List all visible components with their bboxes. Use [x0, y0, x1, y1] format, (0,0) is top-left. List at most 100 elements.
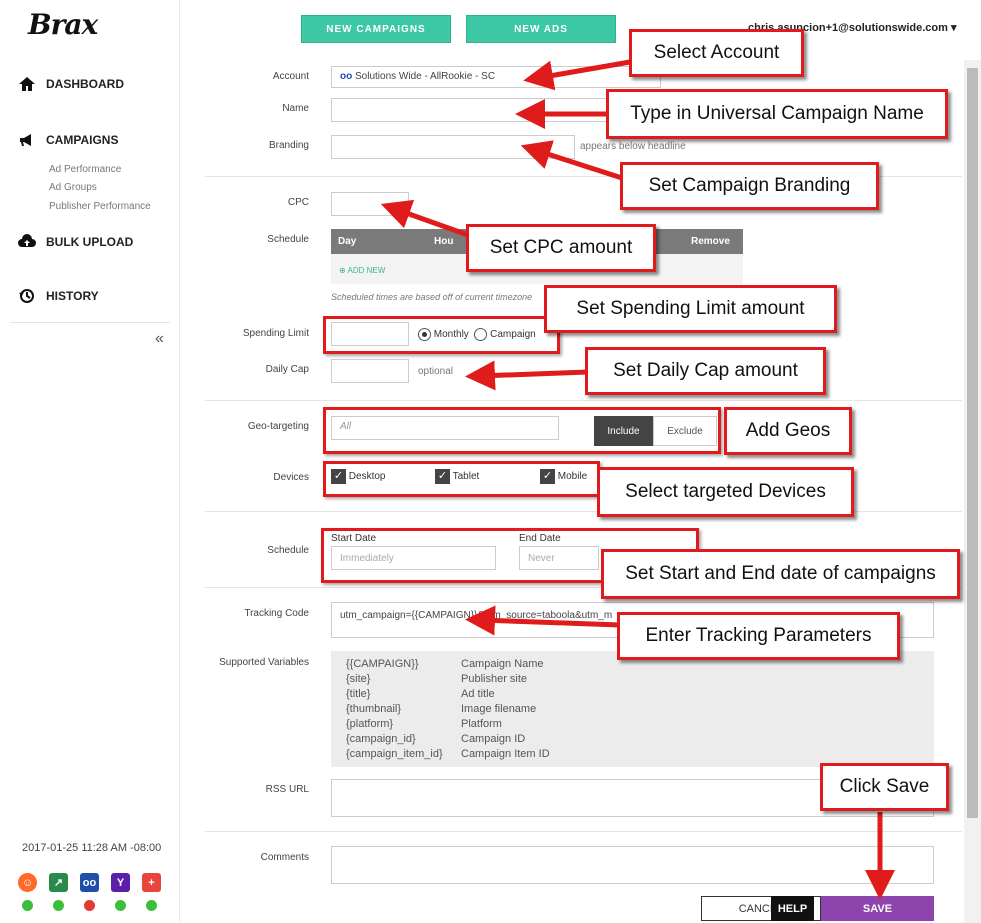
network-reddit[interactable]: ☺: [18, 873, 37, 911]
cpc-input[interactable]: [331, 192, 409, 216]
daily-cap-input[interactable]: [331, 359, 409, 383]
variable-name: {thumbnail}: [346, 703, 402, 715]
comments-textarea[interactable]: [331, 846, 934, 884]
callout-spending-limit: Set Spending Limit amount: [544, 285, 837, 333]
tracking-code-label: Tracking Code: [244, 608, 309, 619]
yahoo-icon: Y: [111, 873, 130, 892]
add-new-schedule-link[interactable]: ⊕ ADD NEW: [339, 266, 385, 275]
save-button[interactable]: SAVE: [821, 896, 934, 921]
network-status: ☺ ↗ oo Y +: [18, 873, 161, 911]
variable-name: {campaign_item_id}: [346, 748, 443, 760]
collapse-sidebar-icon[interactable]: «: [155, 330, 164, 348]
sidebar-sub-ad-performance[interactable]: Ad Performance: [49, 164, 121, 175]
sidebar-item-label: CAMPAIGNS: [46, 133, 119, 147]
sidebar-item-label: HISTORY: [46, 289, 99, 303]
callout-save: Click Save: [820, 763, 949, 811]
sidebar-timestamp: 2017-01-25 11:28 AM -08:00: [22, 842, 162, 854]
account-select[interactable]: oo Solutions Wide - AllRookie - SC: [331, 66, 661, 88]
status-dot: [146, 900, 157, 911]
sidebar-item-dashboard[interactable]: DASHBOARD: [18, 75, 124, 93]
sidebar-divider: [10, 322, 170, 323]
sidebar-item-label: BULK UPLOAD: [46, 235, 134, 249]
plus-circle-icon: ⊕: [339, 266, 346, 275]
cloud-upload-icon: [18, 234, 36, 247]
history-icon: [19, 289, 34, 303]
variable-desc: Image filename: [461, 703, 537, 715]
variable-name: {platform}: [346, 718, 394, 730]
campaign-name-input[interactable]: [331, 98, 611, 122]
variable-desc: Publisher site: [461, 673, 528, 685]
taboola-icon: oo: [80, 873, 99, 892]
schedule-dates-label: Schedule: [267, 545, 309, 556]
status-dot: [53, 900, 64, 911]
sidebar-sub-publisher-performance[interactable]: Publisher Performance: [49, 201, 151, 212]
scrollbar-thumb[interactable]: [967, 68, 978, 818]
geo-highlight: [323, 407, 721, 454]
schedule-label: Schedule: [267, 234, 309, 245]
sidebar-item-history[interactable]: HISTORY: [18, 287, 99, 305]
variable-name: {campaign_id}: [346, 733, 416, 745]
geo-targeting-label: Geo-targeting: [247, 421, 309, 432]
cpc-label: CPC: [287, 197, 309, 208]
sidebar-item-bulk-upload[interactable]: BULK UPLOAD: [18, 233, 133, 251]
callout-tracking: Enter Tracking Parameters: [617, 612, 900, 660]
variable-name: {{CAMPAIGN}}: [346, 658, 419, 670]
divider: [205, 400, 962, 401]
callout-branding: Set Campaign Branding: [620, 162, 879, 210]
network-yahoo[interactable]: Y: [111, 873, 130, 911]
devices-label: Devices: [273, 472, 309, 483]
network-taboola[interactable]: oo: [80, 873, 99, 911]
network-revcontent[interactable]: +: [142, 873, 161, 911]
devices-highlight: [323, 461, 600, 497]
callout-select-account: Select Account: [629, 29, 804, 77]
col-hour: Hou: [434, 236, 454, 247]
brax-logo[interactable]: Brax: [28, 8, 98, 41]
home-icon: [19, 77, 35, 91]
callout-devices: Select targeted Devices: [597, 467, 854, 517]
status-dot: [115, 900, 126, 911]
network-outbrain[interactable]: ↗: [49, 873, 68, 911]
supported-variables-label: Supported Variables: [219, 657, 309, 668]
status-dot: [22, 900, 33, 911]
account-value: Solutions Wide - AllRookie - SC: [355, 71, 496, 82]
variable-desc: Campaign Name: [461, 658, 544, 670]
outbrain-icon: ↗: [49, 873, 68, 892]
variable-desc: Campaign ID: [461, 733, 526, 745]
variable-desc: Campaign Item ID: [461, 748, 550, 760]
schedule-note: Scheduled times are based off of current…: [331, 292, 533, 302]
megaphone-icon: [20, 134, 31, 146]
sidebar: Brax DASHBOARD CAMPAIGNS Ad Performance …: [0, 0, 180, 923]
callout-geos: Add Geos: [724, 407, 852, 455]
add-new-label: ADD NEW: [347, 266, 386, 275]
daily-cap-hint: optional: [418, 366, 454, 377]
variable-desc: Ad title: [461, 688, 495, 700]
name-label: Name: [282, 103, 309, 114]
divider: [205, 831, 962, 832]
rss-url-label: RSS URL: [265, 784, 309, 795]
col-day: Day: [338, 236, 357, 247]
col-remove: Remove: [691, 236, 730, 247]
sidebar-item-campaigns[interactable]: CAMPAIGNS: [18, 131, 118, 149]
branding-label: Branding: [268, 140, 309, 151]
sidebar-sub-ad-groups[interactable]: Ad Groups: [49, 182, 97, 193]
new-ads-button[interactable]: NEW ADS: [466, 15, 616, 43]
revcontent-icon: +: [142, 873, 161, 892]
new-campaigns-button[interactable]: NEW CAMPAIGNS: [301, 15, 451, 43]
branding-hint: appears below headline: [580, 141, 686, 152]
help-button[interactable]: HELP: [771, 896, 814, 921]
variable-desc: Platform: [461, 718, 502, 730]
callout-campaign-name: Type in Universal Campaign Name: [606, 89, 948, 139]
variable-name: {site}: [346, 673, 371, 685]
sidebar-item-label: DASHBOARD: [46, 77, 124, 91]
branding-input[interactable]: [331, 135, 575, 159]
spending-limit-label: Spending Limit: [242, 328, 309, 339]
reddit-icon: ☺: [18, 873, 37, 892]
account-label: Account: [272, 71, 309, 82]
comments-label: Comments: [260, 852, 309, 863]
callout-daily-cap: Set Daily Cap amount: [585, 347, 826, 395]
callout-dates: Set Start and End date of campaigns: [601, 549, 960, 599]
taboola-icon: oo: [340, 71, 353, 82]
status-dot: [84, 900, 95, 911]
daily-cap-label: Daily Cap: [265, 364, 309, 375]
supported-variables-box: {{CAMPAIGN}} Campaign Name {site} Publis…: [331, 651, 934, 767]
